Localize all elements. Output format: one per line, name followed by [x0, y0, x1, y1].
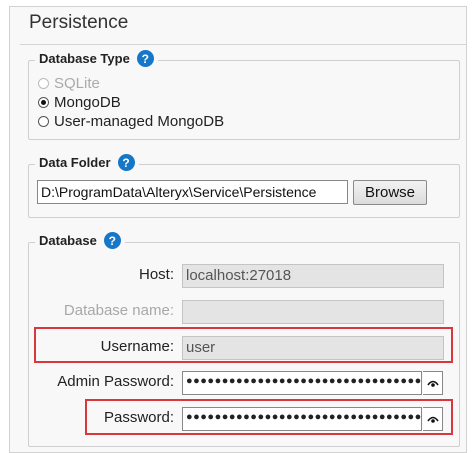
help-icon[interactable]: ? [136, 50, 154, 67]
password-highlight-box [85, 399, 453, 435]
radio-mongodb-label: MongoDB [54, 94, 121, 111]
admin-password-input[interactable]: ●●●●●●●●●●●●●●●●●●●●●●●●●●●●●●●●●●● [182, 371, 422, 395]
eye-icon [426, 380, 439, 387]
host-label: Host: [138, 266, 174, 283]
radio-sqlite: SQLite [38, 75, 100, 92]
radio-button-user-managed-mongodb[interactable] [38, 116, 49, 127]
admin-password-label: Admin Password: [57, 373, 174, 390]
help-icon[interactable]: ? [103, 232, 121, 249]
data-folder-group: Data Folder ? D:\ProgramData\Alteryx\Ser… [28, 154, 460, 218]
database-type-legend: Database Type ? [35, 50, 158, 67]
username-highlight-box [34, 327, 453, 363]
data-folder-legend-label: Data Folder [39, 155, 111, 170]
database-legend-label: Database [39, 233, 97, 248]
database-legend: Database ? [35, 232, 125, 249]
browse-button[interactable]: Browse [353, 180, 427, 205]
database-name-label: Database name: [63, 302, 174, 319]
radio-user-managed-mongodb[interactable]: User-managed MongoDB [38, 113, 224, 130]
admin-password-reveal-button[interactable] [423, 371, 443, 395]
title-divider [20, 44, 466, 45]
host-input: localhost:27018 [182, 264, 444, 288]
database-name-input [182, 300, 444, 324]
radio-sqlite-label: SQLite [54, 75, 100, 92]
help-icon[interactable]: ? [117, 154, 135, 171]
data-folder-path-input[interactable]: D:\ProgramData\Alteryx\Service\Persisten… [37, 180, 348, 204]
database-type-legend-label: Database Type [39, 51, 130, 66]
data-folder-legend: Data Folder ? [35, 154, 139, 171]
database-type-group: Database Type ? SQLite MongoDB User-mana… [28, 50, 460, 140]
radio-button-mongodb[interactable] [38, 97, 49, 108]
panel-title: Persistence [29, 12, 129, 33]
radio-user-managed-mongodb-label: User-managed MongoDB [54, 113, 225, 130]
radio-button-sqlite [38, 78, 49, 89]
radio-mongodb[interactable]: MongoDB [38, 94, 121, 111]
